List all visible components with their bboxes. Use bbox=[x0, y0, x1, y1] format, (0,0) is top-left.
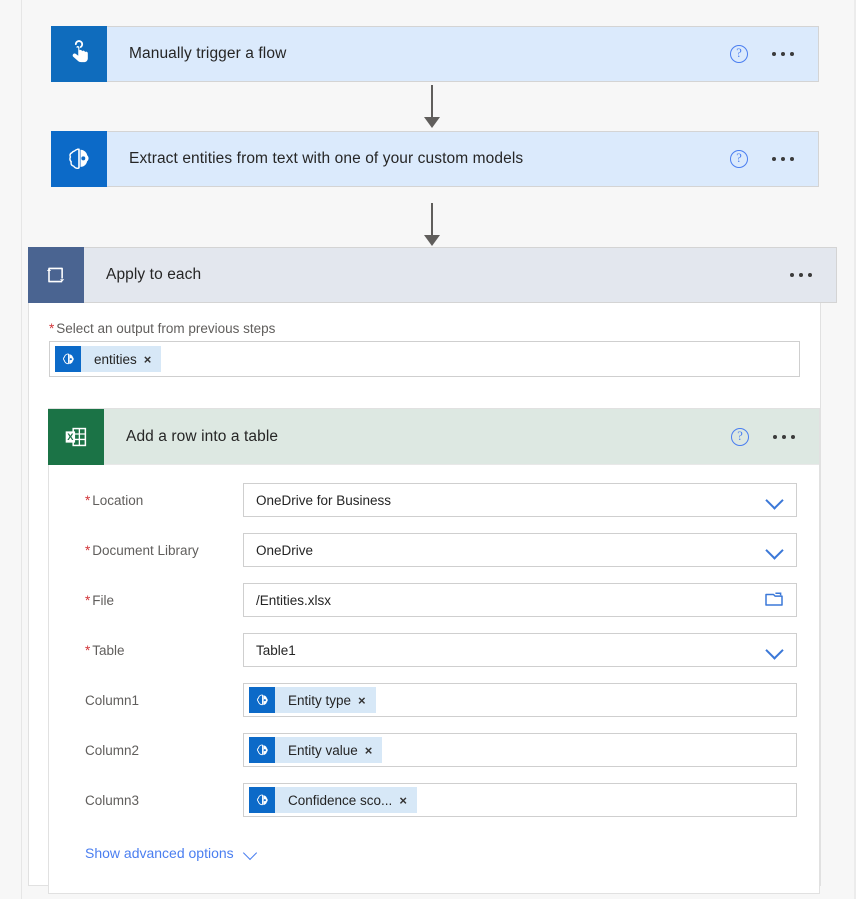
chevron-down-icon[interactable] bbox=[764, 489, 786, 511]
field-label-column1: Column1 bbox=[71, 693, 243, 708]
flow-step-title: Extract entities from text with one of y… bbox=[107, 150, 730, 168]
flow-connector-arrow bbox=[420, 85, 444, 128]
flow-step-extract-entities[interactable]: Extract entities from text with one of y… bbox=[51, 131, 819, 187]
form-row: Column1 Entity type × bbox=[71, 683, 797, 717]
location-dropdown[interactable]: OneDrive for Business bbox=[243, 483, 797, 517]
scope-picker-label-text: Select an output from previous steps bbox=[56, 321, 275, 336]
excel-card-body: *Location OneDrive for Business *Documen… bbox=[49, 465, 819, 893]
column1-input[interactable]: Entity type × bbox=[243, 683, 797, 717]
field-label-text: Column1 bbox=[85, 693, 139, 708]
file-value: /Entities.xlsx bbox=[244, 593, 764, 608]
location-value: OneDrive for Business bbox=[244, 493, 764, 508]
flow-step-actions: ? bbox=[730, 45, 818, 63]
scope-title: Apply to each bbox=[84, 266, 790, 284]
required-asterisk: * bbox=[85, 643, 90, 658]
excel-icon: X bbox=[48, 409, 104, 465]
scope-picker-label: *Select an output from previous steps bbox=[29, 321, 820, 341]
flow-step-title: Manually trigger a flow bbox=[107, 45, 730, 63]
scope-output-picker-input[interactable]: entities × bbox=[49, 341, 800, 377]
token-label: entities bbox=[81, 352, 144, 367]
field-label-table: *Table bbox=[71, 643, 243, 658]
remove-token-icon[interactable]: × bbox=[144, 352, 162, 367]
field-label-column2: Column2 bbox=[71, 743, 243, 758]
excel-card-title: Add a row into a table bbox=[104, 428, 731, 446]
form-row: Column2 Entity value × bbox=[71, 733, 797, 767]
field-label-text: Column3 bbox=[85, 793, 139, 808]
token-label: Entity type bbox=[275, 693, 358, 708]
help-circle-icon[interactable]: ? bbox=[731, 428, 749, 446]
form-row: *Location OneDrive for Business bbox=[71, 483, 797, 517]
column2-input[interactable]: Entity value × bbox=[243, 733, 797, 767]
required-asterisk: * bbox=[85, 493, 90, 508]
required-asterisk: * bbox=[49, 321, 54, 336]
field-label-file: *File bbox=[71, 593, 243, 608]
required-asterisk: * bbox=[85, 543, 90, 558]
document-library-value: OneDrive bbox=[244, 543, 764, 558]
more-options-icon[interactable] bbox=[773, 435, 795, 439]
token-label: Entity value bbox=[275, 743, 365, 758]
field-label-text: File bbox=[92, 593, 114, 608]
remove-token-icon[interactable]: × bbox=[365, 743, 383, 758]
form-row: *File /Entities.xlsx bbox=[71, 583, 797, 617]
remove-token-icon[interactable]: × bbox=[399, 793, 417, 808]
token-label: Confidence sco... bbox=[275, 793, 399, 808]
form-row: *Table Table1 bbox=[71, 633, 797, 667]
ai-builder-brain-icon bbox=[249, 737, 275, 763]
chevron-down-icon bbox=[243, 847, 259, 859]
chevron-down-icon[interactable] bbox=[764, 539, 786, 561]
show-advanced-options-label: Show advanced options bbox=[85, 845, 234, 861]
more-options-icon[interactable] bbox=[772, 157, 794, 161]
scope-header[interactable]: Apply to each bbox=[28, 247, 837, 303]
field-label-text: Table bbox=[92, 643, 124, 658]
table-value: Table1 bbox=[244, 643, 764, 658]
form-row: *Document Library OneDrive bbox=[71, 533, 797, 567]
ai-builder-brain-icon bbox=[51, 131, 107, 187]
field-label-column3: Column3 bbox=[71, 793, 243, 808]
scope-actions bbox=[790, 273, 836, 277]
flow-connector-arrow bbox=[420, 203, 444, 246]
document-library-dropdown[interactable]: OneDrive bbox=[243, 533, 797, 567]
folder-icon[interactable] bbox=[764, 590, 786, 610]
ai-builder-brain-icon bbox=[249, 687, 275, 713]
flow-step-manually-trigger-a-flow[interactable]: Manually trigger a flow ? bbox=[51, 26, 819, 82]
more-options-icon[interactable] bbox=[772, 52, 794, 56]
table-dropdown[interactable]: Table1 bbox=[243, 633, 797, 667]
column3-input[interactable]: Confidence sco... × bbox=[243, 783, 797, 817]
ai-builder-brain-icon bbox=[55, 346, 81, 372]
chevron-down-icon[interactable] bbox=[764, 639, 786, 661]
more-options-icon[interactable] bbox=[790, 273, 812, 277]
dynamic-content-token[interactable]: entities × bbox=[55, 346, 161, 372]
dynamic-content-token[interactable]: Confidence sco... × bbox=[249, 787, 417, 813]
flow-designer-canvas: Manually trigger a flow ? Extract entiti… bbox=[0, 0, 856, 899]
dynamic-content-token[interactable]: Entity type × bbox=[249, 687, 376, 713]
field-label-text: Location bbox=[92, 493, 143, 508]
flow-step-actions: ? bbox=[730, 150, 818, 168]
field-label-text: Document Library bbox=[92, 543, 199, 558]
field-label-document-library: *Document Library bbox=[71, 543, 243, 558]
flow-step-add-a-row-into-a-table: X Add a row into a table ? *Location One… bbox=[48, 408, 820, 894]
help-circle-icon[interactable]: ? bbox=[730, 45, 748, 63]
required-asterisk: * bbox=[85, 593, 90, 608]
show-advanced-options-button[interactable]: Show advanced options bbox=[85, 845, 259, 861]
field-label-location: *Location bbox=[71, 493, 243, 508]
loop-icon bbox=[28, 247, 84, 303]
file-input[interactable]: /Entities.xlsx bbox=[243, 583, 797, 617]
form-row: Column3 Confidence sco... bbox=[71, 783, 797, 817]
excel-card-header[interactable]: X Add a row into a table ? bbox=[49, 409, 819, 465]
excel-card-actions: ? bbox=[731, 428, 819, 446]
tap-hand-icon bbox=[51, 26, 107, 82]
help-circle-icon[interactable]: ? bbox=[730, 150, 748, 168]
svg-text:X: X bbox=[67, 432, 74, 442]
remove-token-icon[interactable]: × bbox=[358, 693, 376, 708]
ai-builder-brain-icon bbox=[249, 787, 275, 813]
dynamic-content-token[interactable]: Entity value × bbox=[249, 737, 382, 763]
field-label-text: Column2 bbox=[85, 743, 139, 758]
